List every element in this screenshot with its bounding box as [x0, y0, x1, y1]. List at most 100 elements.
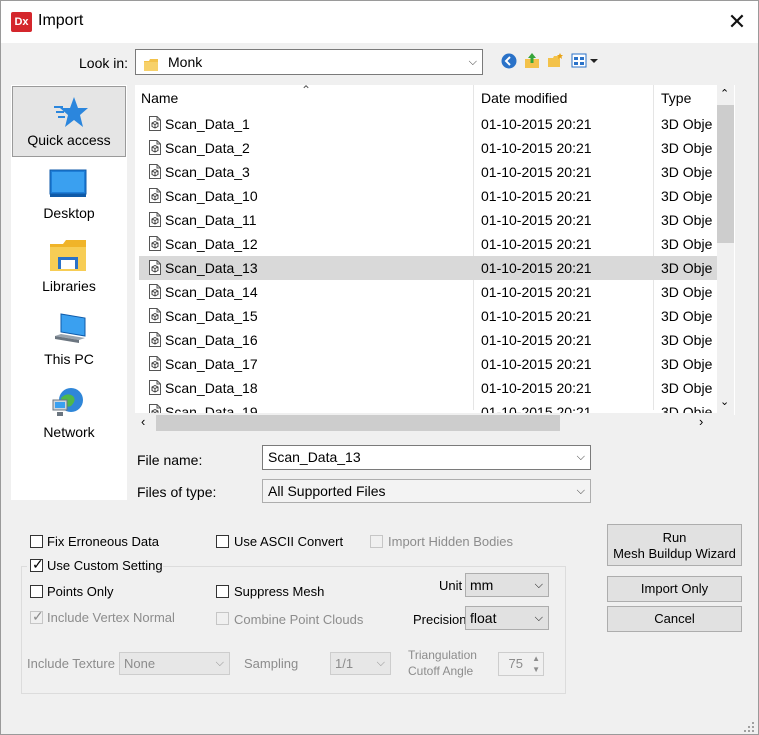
- cancel-button[interactable]: Cancel: [607, 606, 742, 632]
- view-menu-icon[interactable]: [571, 53, 599, 69]
- chevron-down-icon[interactable]: ⌵: [577, 446, 585, 469]
- import-dialog: Dx Import ✕ Look in: Monk ⌵ Quick access…: [0, 0, 759, 735]
- file-type-cell: 3D Obje: [661, 116, 713, 132]
- table-row[interactable]: Scan_Data_16 01-10-2015 20:21 3D Obje: [139, 328, 719, 352]
- 3d-object-file-icon: [149, 260, 161, 275]
- use-custom-checkbox[interactable]: ✓: [30, 556, 44, 572]
- table-row[interactable]: Scan_Data_13 01-10-2015 20:21 3D Obje: [139, 256, 719, 280]
- file-type-cell: 3D Obje: [661, 380, 713, 396]
- file-date-cell: 01-10-2015 20:21: [481, 212, 592, 228]
- table-row[interactable]: Scan_Data_15 01-10-2015 20:21 3D Obje: [139, 304, 719, 328]
- chevron-down-icon: ⌵: [534, 612, 543, 624]
- close-button[interactable]: ✕: [719, 5, 755, 39]
- suppress-mesh-checkbox[interactable]: [216, 585, 229, 598]
- place-quick-access[interactable]: Quick access: [11, 85, 127, 155]
- file-name-cell: Scan_Data_10: [165, 188, 258, 204]
- file-date-cell: 01-10-2015 20:21: [481, 140, 592, 156]
- back-icon[interactable]: [501, 53, 517, 69]
- 3d-object-file-icon: [149, 308, 161, 323]
- run-label: Run: [662, 530, 687, 545]
- include-texture-value: None: [124, 656, 156, 671]
- scroll-down-arrow-icon[interactable]: ⌄: [720, 395, 729, 408]
- spin-up-icon: ▲: [532, 654, 540, 663]
- file-list[interactable]: Name ⌃ Date modified Type Scan_Data_1 01-…: [135, 85, 735, 415]
- fix-erroneous-checkbox[interactable]: [30, 535, 43, 548]
- include-vertex-normal-checkbox: ✓: [30, 608, 44, 624]
- column-header-type[interactable]: Type: [661, 85, 721, 112]
- points-only-checkbox[interactable]: [30, 585, 43, 598]
- libraries-icon: [50, 240, 86, 271]
- file-date-cell: 01-10-2015 20:21: [481, 164, 592, 180]
- table-row[interactable]: Scan_Data_12 01-10-2015 20:21 3D Obje: [139, 232, 719, 256]
- file-type-cell: 3D Obje: [661, 284, 713, 300]
- file-type-cell: 3D Obje: [661, 188, 713, 204]
- file-name-input[interactable]: Scan_Data_13 ⌵: [262, 445, 591, 470]
- file-name-cell: Scan_Data_1: [165, 116, 250, 132]
- chevron-down-icon: ⌵: [215, 657, 224, 669]
- file-type-cell: 3D Obje: [661, 236, 713, 252]
- place-libraries[interactable]: Libraries: [11, 231, 127, 301]
- cutoff-angle-spinner: 75 ▲ ▼: [498, 652, 544, 676]
- place-label: Network: [43, 424, 95, 440]
- file-date-cell: 01-10-2015 20:21: [481, 188, 592, 204]
- scroll-left-arrow-icon[interactable]: ‹: [141, 414, 145, 429]
- 3d-object-file-icon: [149, 284, 161, 299]
- file-type-combo[interactable]: All Supported Files ⌵: [262, 479, 591, 503]
- file-type-cell: 3D Obje: [661, 260, 713, 276]
- table-row[interactable]: Scan_Data_14 01-10-2015 20:21 3D Obje: [139, 280, 719, 304]
- table-row[interactable]: Scan_Data_10 01-10-2015 20:21 3D Obje: [139, 184, 719, 208]
- use-ascii-checkbox[interactable]: [216, 535, 229, 548]
- network-icon: [52, 388, 83, 416]
- place-network[interactable]: Network: [11, 377, 127, 447]
- horizontal-scroll-thumb[interactable]: [156, 415, 560, 431]
- file-type-cell: 3D Obje: [661, 212, 713, 228]
- file-name-label: File name:: [137, 452, 203, 468]
- table-row[interactable]: Scan_Data_2 01-10-2015 20:21 3D Obje: [139, 136, 719, 160]
- 3d-object-file-icon: [149, 212, 161, 227]
- file-name-cell: Scan_Data_15: [165, 308, 258, 324]
- file-date-cell: 01-10-2015 20:21: [481, 332, 592, 348]
- include-texture-label: Include Texture: [27, 656, 115, 671]
- place-this-pc[interactable]: This PC: [11, 304, 127, 374]
- file-type-cell: 3D Obje: [661, 140, 713, 156]
- place-label: This PC: [44, 351, 94, 367]
- suppress-mesh-label: Suppress Mesh: [234, 584, 325, 599]
- check-icon: ✓: [32, 556, 44, 572]
- import-only-button[interactable]: Import Only: [607, 576, 742, 602]
- file-rows: Scan_Data_1 01-10-2015 20:21 3D Obje Scan_D…: [139, 112, 719, 415]
- vertical-scroll-thumb[interactable]: [717, 105, 734, 243]
- resize-grip-icon[interactable]: [741, 719, 755, 733]
- fix-erroneous-label: Fix Erroneous Data: [47, 534, 159, 549]
- look-in-label: Look in:: [79, 55, 129, 71]
- place-label: Quick access: [27, 132, 111, 148]
- precision-combo[interactable]: float ⌵: [465, 606, 549, 630]
- look-in-combo[interactable]: Monk ⌵: [135, 49, 483, 75]
- sort-up-icon: ⌃: [301, 85, 312, 97]
- place-desktop[interactable]: Desktop: [11, 158, 127, 228]
- precision-label: Precision: [413, 612, 467, 627]
- 3d-object-file-icon: [149, 380, 161, 395]
- scroll-right-arrow-icon[interactable]: ›: [699, 414, 703, 429]
- desktop-icon: [49, 169, 87, 197]
- up-folder-icon[interactable]: [524, 52, 540, 69]
- place-label: Libraries: [42, 278, 96, 294]
- column-header-date[interactable]: Date modified: [481, 85, 651, 112]
- table-row[interactable]: Scan_Data_3 01-10-2015 20:21 3D Obje: [139, 160, 719, 184]
- unit-combo[interactable]: mm ⌵: [465, 573, 549, 597]
- file-date-cell: 01-10-2015 20:21: [481, 380, 592, 396]
- file-name-cell: Scan_Data_13: [165, 260, 258, 276]
- run-mesh-buildup-wizard-button[interactable]: Run Mesh Buildup Wizard: [607, 524, 742, 566]
- table-row[interactable]: Scan_Data_17 01-10-2015 20:21 3D Obje: [139, 352, 719, 376]
- new-folder-icon[interactable]: [547, 52, 564, 69]
- 3d-object-file-icon: [149, 188, 161, 203]
- table-row[interactable]: Scan_Data_11 01-10-2015 20:21 3D Obje: [139, 208, 719, 232]
- 3d-object-file-icon: [149, 332, 161, 347]
- look-in-value: Monk: [168, 54, 203, 70]
- table-row[interactable]: Scan_Data_1 01-10-2015 20:21 3D Obje: [139, 112, 719, 136]
- scroll-up-arrow-icon[interactable]: ⌃: [720, 87, 729, 100]
- file-date-cell: 01-10-2015 20:21: [481, 284, 592, 300]
- 3d-object-file-icon: [149, 140, 161, 155]
- file-date-cell: 01-10-2015 20:21: [481, 236, 592, 252]
- table-row[interactable]: Scan_Data_18 01-10-2015 20:21 3D Obje: [139, 376, 719, 400]
- unit-value: mm: [470, 577, 494, 593]
